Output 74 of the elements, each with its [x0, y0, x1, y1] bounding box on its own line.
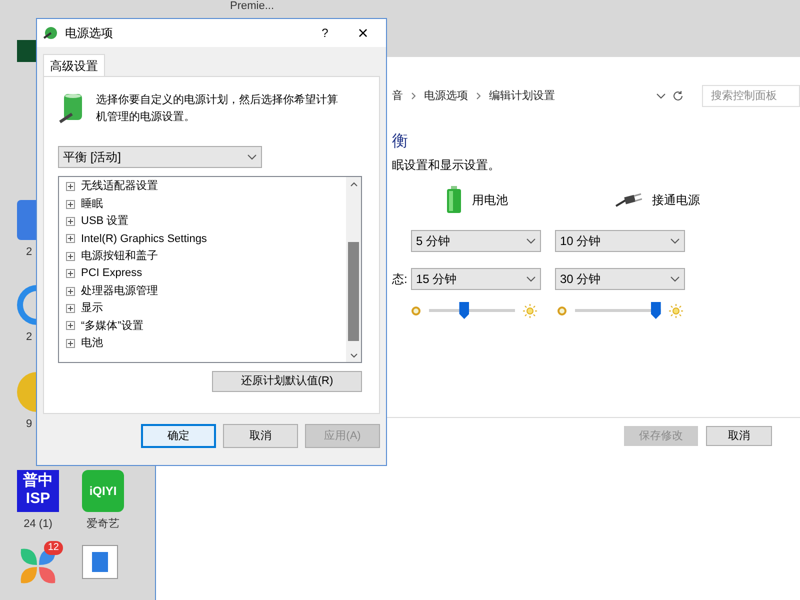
plan-heading: 衡	[392, 132, 409, 152]
dropdown[interactable]: 5 分钟	[411, 230, 541, 252]
bright-sun-icon	[523, 304, 537, 318]
scroll-down-icon[interactable]	[350, 353, 358, 358]
chevron-down-icon	[526, 276, 536, 282]
intro-text: 选择你要自定义的电源计划，然后选择你希望计算机管理的电源设置。	[96, 92, 339, 125]
expand-icon[interactable]	[66, 304, 75, 313]
tree-item[interactable]: 电池	[66, 334, 346, 352]
address-bar[interactable]: 音 电源选项 编辑计划设置	[392, 85, 666, 107]
expand-icon[interactable]	[66, 234, 75, 244]
expand-icon[interactable]	[66, 216, 75, 226]
slider-thumb[interactable]	[650, 302, 661, 319]
action-button[interactable]: 取消	[706, 426, 772, 446]
dialog-button[interactable]: 取消	[223, 424, 298, 448]
chevron-right-icon	[476, 92, 481, 100]
battery-icon	[446, 186, 462, 214]
power-plug-icon	[614, 192, 642, 208]
tree-item[interactable]: 显示	[66, 300, 346, 318]
tree-item[interactable]: 处理器电源管理	[66, 282, 346, 300]
power-plan-icon	[43, 26, 59, 40]
chevron-right-icon	[411, 92, 416, 100]
expand-icon[interactable]	[66, 252, 75, 261]
tree-item[interactable]: 无线适配器设置	[66, 178, 346, 196]
notification-badge: 12	[44, 541, 63, 555]
tree-item[interactable]: 电源按钮和盖子	[66, 248, 346, 265]
chevron-down-icon	[656, 93, 666, 99]
tab[interactable]: 高级设置	[43, 54, 105, 76]
plan-description: 眠设置和显示设置。	[392, 157, 501, 174]
icon-label: 9	[26, 417, 32, 432]
window-title: 电源选项	[65, 25, 113, 42]
expand-icon[interactable]	[66, 286, 75, 296]
breadcrumb-item[interactable]: 电源选项	[424, 88, 468, 104]
chevron-down-icon	[670, 238, 680, 244]
chevron-down-icon	[670, 276, 680, 282]
expand-icon[interactable]	[66, 321, 75, 330]
tree-item[interactable]: USB 设置	[66, 212, 346, 230]
dropdown[interactable]: 10 分钟	[555, 230, 685, 252]
scrollbar[interactable]	[346, 177, 361, 362]
help-button[interactable]: ?	[310, 24, 340, 42]
icon-label: 2	[26, 245, 32, 260]
close-button[interactable]: ×	[340, 24, 386, 42]
breadcrumb-item[interactable]: 音	[392, 88, 403, 104]
icon-label: 2	[26, 330, 32, 345]
expand-icon[interactable]	[66, 200, 75, 209]
search-field[interactable]: 搜索控制面板	[702, 85, 800, 107]
restore-defaults-button[interactable]: 还原计划默认值(R)	[212, 371, 362, 392]
dialog-button[interactable]: 确定	[141, 424, 216, 448]
slider-thumb[interactable]	[459, 302, 470, 319]
icon-label: 爱奇艺	[86, 517, 120, 532]
breadcrumb-item[interactable]: 编辑计划设置	[489, 88, 555, 104]
chevron-down-icon	[247, 154, 257, 160]
app-logo[interactable]: 普中ISP	[17, 470, 59, 512]
scroll-up-icon[interactable]	[350, 182, 358, 187]
expand-icon[interactable]	[66, 182, 75, 192]
tree-item[interactable]: 睡眠	[66, 195, 346, 213]
setting-label: 态:	[392, 272, 408, 286]
refresh-icon[interactable]	[672, 90, 684, 102]
dropdown[interactable]: 30 分钟	[555, 268, 685, 290]
dropdown[interactable]: 平衡 [活动]	[58, 146, 262, 168]
dim-brightness-icon	[411, 306, 421, 316]
dim-brightness-icon	[557, 306, 567, 316]
expand-icon[interactable]	[66, 269, 75, 278]
column-heading: 用电池	[472, 192, 508, 209]
icon-label: 24 (1)	[24, 517, 52, 532]
dropdown[interactable]: 15 分钟	[411, 268, 541, 290]
bright-sun-icon	[669, 304, 683, 318]
column-heading: 接通电源	[652, 192, 700, 209]
tree-item[interactable]: PCI Express	[66, 264, 346, 282]
chevron-down-icon	[526, 238, 536, 244]
icon-label: Premie...	[230, 0, 274, 14]
expand-icon[interactable]	[66, 338, 75, 348]
tree-item[interactable]: Intel(R) Graphics Settings	[66, 230, 346, 248]
window-app-icon[interactable]	[82, 545, 118, 579]
tree-item[interactable]: “多媒体”设置	[66, 317, 346, 335]
